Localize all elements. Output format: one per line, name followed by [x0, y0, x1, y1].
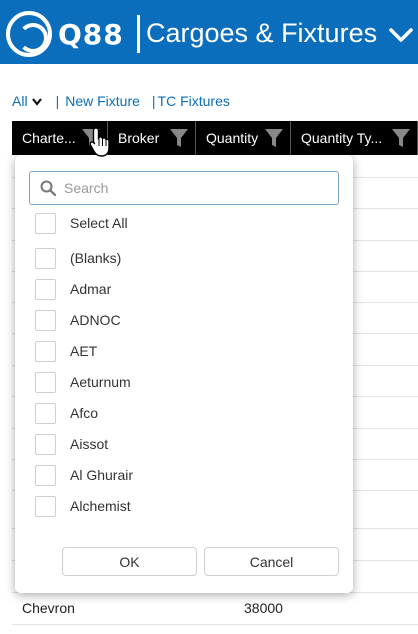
- toolbar: All | New Fixture | TC Fixtures: [12, 91, 230, 111]
- column-label: Quantity: [206, 130, 259, 146]
- option-label: Select All: [70, 215, 128, 231]
- charterer-cell: Chevron: [22, 600, 75, 616]
- option-checkbox[interactable]: [35, 309, 56, 331]
- filter-icon[interactable]: [264, 127, 284, 149]
- column-label: Quantity Ty...: [301, 130, 383, 146]
- option-checkbox[interactable]: [35, 402, 56, 424]
- option-label: Afco: [70, 405, 99, 421]
- select-all-option[interactable]: Select All: [35, 212, 128, 234]
- search-box[interactable]: [29, 171, 339, 205]
- option-checkbox[interactable]: [35, 464, 56, 486]
- filter-option-aeturnum[interactable]: Aeturnum: [35, 371, 131, 393]
- option-checkbox[interactable]: [35, 371, 56, 393]
- toolbar-separator: |: [151, 93, 156, 109]
- search-icon: [40, 180, 56, 196]
- option-checkbox[interactable]: [35, 247, 56, 269]
- filter-icon[interactable]: [391, 127, 411, 149]
- toolbar-separator: |: [55, 93, 60, 109]
- column-label: Charte...: [22, 130, 76, 146]
- all-filter-dropdown[interactable]: All: [12, 93, 28, 109]
- tc-fixtures-link[interactable]: TC Fixtures: [158, 93, 230, 109]
- page-title: Cargoes & Fixtures: [146, 18, 378, 48]
- column-header-quantity-type[interactable]: Quantity Ty...: [291, 121, 418, 155]
- header-divider: [137, 15, 140, 53]
- option-checkbox[interactable]: [35, 340, 56, 362]
- ok-button[interactable]: OK: [62, 547, 197, 576]
- filter-option-blanks[interactable]: (Blanks): [35, 247, 121, 269]
- chevron-down-icon[interactable]: [31, 98, 42, 106]
- option-label: Al Ghurair: [70, 467, 134, 483]
- logo-ring-icon: [6, 11, 52, 57]
- logo-text: Q88: [58, 17, 124, 51]
- option-label: (Blanks): [70, 250, 122, 266]
- option-label: AET: [70, 343, 98, 359]
- column-filter-popup: Select All (Blanks) Admar ADNOC AET Aetu…: [15, 155, 353, 593]
- quantity-cell: 38000: [244, 600, 283, 616]
- q88-logo[interactable]: Q88: [6, 11, 132, 57]
- cancel-button[interactable]: Cancel: [204, 547, 339, 576]
- column-header-broker[interactable]: Broker: [108, 121, 196, 155]
- option-label: Alchemist: [70, 498, 131, 514]
- select-all-checkbox[interactable]: [35, 212, 56, 234]
- option-label: Admar: [70, 281, 112, 297]
- filter-options-list[interactable]: (Blanks) Admar ADNOC AET Aeturnum Afco A…: [15, 237, 353, 517]
- column-label: Broker: [118, 130, 160, 146]
- filter-option-alchemist[interactable]: Alchemist: [35, 495, 131, 517]
- row-divider: [12, 624, 418, 625]
- option-checkbox[interactable]: [35, 433, 56, 455]
- option-label: Aissot: [70, 436, 109, 452]
- option-label: ADNOC: [70, 312, 121, 328]
- chevron-down-icon[interactable]: [388, 22, 414, 48]
- filter-option-al-ghurair[interactable]: Al Ghurair: [35, 464, 133, 486]
- hand-cursor-icon: [89, 127, 110, 157]
- column-header-quantity[interactable]: Quantity: [196, 121, 291, 155]
- table-row[interactable]: Chevron 38000: [12, 594, 418, 624]
- option-checkbox[interactable]: [35, 495, 56, 517]
- filter-option-aissot[interactable]: Aissot: [35, 433, 108, 455]
- filter-option-aet[interactable]: AET: [35, 340, 97, 362]
- option-label: Aeturnum: [70, 374, 131, 390]
- filter-option-afco[interactable]: Afco: [35, 402, 98, 424]
- filter-option-adnoc[interactable]: ADNOC: [35, 309, 121, 331]
- grid-header: Charte... Broker Quantity Quantity Ty...: [12, 121, 418, 155]
- app-header: Q88 Cargoes & Fixtures: [0, 0, 418, 64]
- option-checkbox[interactable]: [35, 278, 56, 300]
- filter-icon[interactable]: [169, 127, 189, 149]
- search-input[interactable]: [64, 180, 314, 196]
- filter-option-admar[interactable]: Admar: [35, 278, 111, 300]
- new-fixture-link[interactable]: New Fixture: [65, 93, 140, 109]
